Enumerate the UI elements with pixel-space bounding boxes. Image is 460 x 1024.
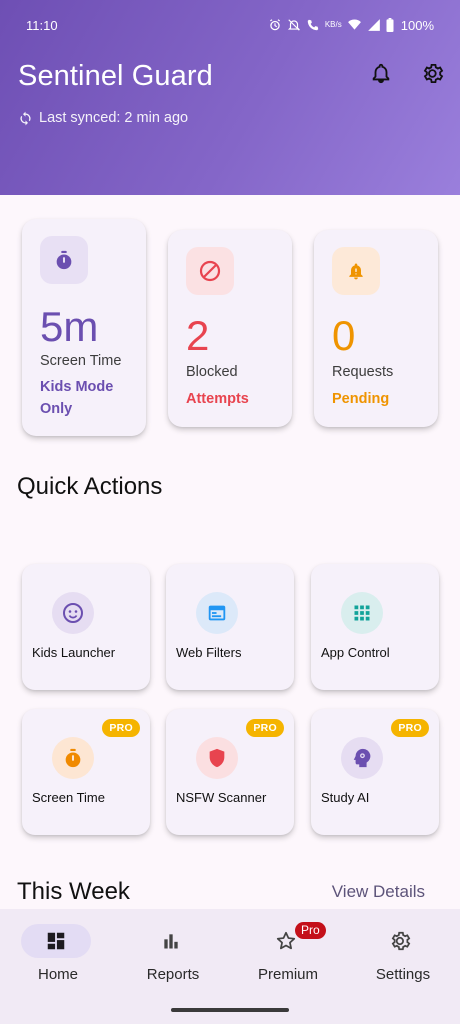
- stat-sub: Attempts: [186, 391, 249, 407]
- stat-value: 0: [332, 312, 356, 359]
- status-icons: KB/s 100%: [268, 18, 434, 33]
- notifications-off-icon: [287, 19, 300, 31]
- stat-value: 5m: [40, 303, 99, 350]
- bell-icon: [372, 63, 390, 84]
- stat-card-blocked[interactable]: 2 Blocked Attempts: [168, 230, 292, 427]
- stat-icon-bg: [332, 247, 380, 295]
- stat-label: Requests: [332, 364, 394, 380]
- star-icon: [276, 931, 296, 950]
- stat-sub: Kids Mode Only: [40, 379, 114, 417]
- status-bar: 11:10 KB/s 100%: [26, 14, 434, 36]
- this-week-title: This Week: [17, 878, 130, 905]
- wifi-icon: [347, 19, 361, 30]
- view-details-link[interactable]: View Details: [332, 882, 425, 902]
- shield-icon: [209, 748, 225, 768]
- action-screen-time[interactable]: PRO Screen Time: [22, 709, 150, 835]
- action-label: Web Filters: [176, 645, 242, 660]
- stat-card-screen-time[interactable]: 5m Screen Time Kids Mode Only: [22, 219, 146, 436]
- stat-value: 2: [186, 312, 210, 359]
- action-web-filters[interactable]: Web Filters: [166, 564, 294, 690]
- action-icon-bg: [341, 737, 383, 779]
- nav-icon-wrap: [366, 924, 436, 958]
- nav-reports[interactable]: Reports: [118, 923, 228, 999]
- battery-icon: [386, 18, 394, 32]
- dashboard-icon: [47, 932, 65, 950]
- action-label: Kids Launcher: [32, 645, 116, 660]
- block-icon: [199, 260, 221, 282]
- sync-text: Last synced: 2 min ago: [39, 110, 189, 126]
- battery-percent: 100%: [400, 17, 434, 33]
- gear-icon: [423, 63, 443, 83]
- action-icon-bg: [196, 592, 238, 634]
- nav-label: Home: [37, 966, 78, 983]
- browser-window-icon: [208, 605, 226, 621]
- nav-label: Reports: [146, 966, 200, 983]
- settings-button[interactable]: [418, 58, 448, 88]
- nav-label: Premium: [257, 966, 318, 983]
- nav-home[interactable]: Home: [3, 923, 113, 999]
- action-study-ai[interactable]: PRO Study AI: [311, 709, 439, 835]
- child-face-icon: [63, 603, 83, 623]
- pro-nav-badge: Pro: [295, 922, 326, 939]
- stat-label: Screen Time: [40, 353, 122, 369]
- nav-icon-wrap: [136, 924, 206, 958]
- status-time: 11:10: [26, 17, 58, 33]
- pro-badge: PRO: [391, 719, 429, 737]
- action-label: App Control: [321, 645, 390, 660]
- stat-icon-bg: [40, 236, 88, 284]
- action-icon-bg: [341, 592, 383, 634]
- sync-status: Last synced: 2 min ago: [18, 110, 188, 126]
- nav-label: Settings: [375, 966, 431, 983]
- action-icon-bg: [52, 592, 94, 634]
- notifications-button[interactable]: [366, 58, 396, 88]
- gear-icon: [391, 931, 411, 951]
- pro-badge: PRO: [102, 719, 140, 737]
- stat-icon-bg: [186, 247, 234, 295]
- action-app-control[interactable]: App Control: [311, 564, 439, 690]
- home-gesture-bar[interactable]: [171, 1008, 289, 1012]
- action-icon-bg: [52, 737, 94, 779]
- action-label: Study AI: [321, 790, 370, 805]
- apps-grid-icon: [354, 605, 370, 621]
- stat-label: Blocked: [186, 364, 238, 380]
- alarm-icon: [269, 19, 280, 31]
- sync-icon: [20, 111, 31, 125]
- nav-active-indicator: [21, 924, 91, 958]
- signal-icon: [367, 19, 380, 31]
- quick-actions-title: Quick Actions: [17, 473, 163, 500]
- timer-icon: [56, 250, 72, 270]
- action-label: Screen Time: [32, 790, 105, 805]
- kbs-indicator: KB/s: [324, 20, 342, 29]
- app-header: 11:10 KB/s 100% Sentinel Guard Last sync…: [0, 0, 460, 195]
- bar-chart-icon: [164, 934, 178, 949]
- action-kids-launcher[interactable]: Kids Launcher: [22, 564, 150, 690]
- pro-badge: PRO: [246, 719, 284, 737]
- wifi-call-icon: [307, 19, 319, 31]
- brain-head-icon: [353, 748, 371, 768]
- action-label: NSFW Scanner: [176, 790, 267, 805]
- bottom-navigation: Home Reports Pro Premium Settings: [0, 909, 460, 1024]
- stat-sub: Pending: [332, 391, 390, 407]
- app-title: Sentinel Guard: [18, 60, 213, 92]
- nav-premium[interactable]: Pro Premium: [233, 922, 343, 999]
- action-nsfw-scanner[interactable]: PRO NSFW Scanner: [166, 709, 294, 835]
- timer-icon: [65, 748, 81, 768]
- alarm-bell-icon: [349, 263, 363, 280]
- nav-settings[interactable]: Settings: [348, 923, 458, 999]
- stat-card-requests[interactable]: 0 Requests Pending: [314, 230, 438, 427]
- action-icon-bg: [196, 737, 238, 779]
